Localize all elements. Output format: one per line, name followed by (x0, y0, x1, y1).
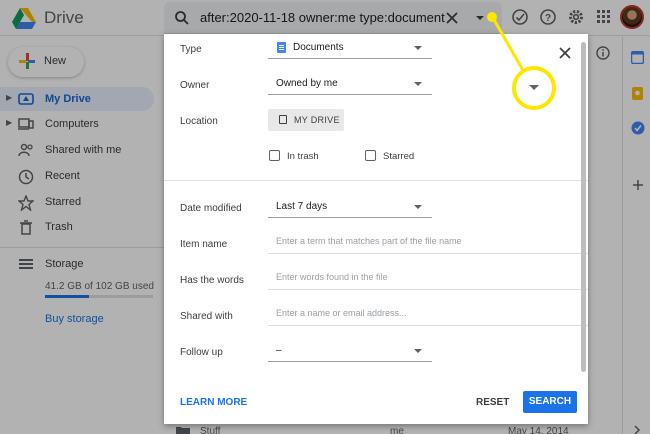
dropdown-arrow-icon (529, 85, 539, 90)
callout-pointer (487, 12, 526, 73)
callout-magnifier (512, 66, 556, 110)
